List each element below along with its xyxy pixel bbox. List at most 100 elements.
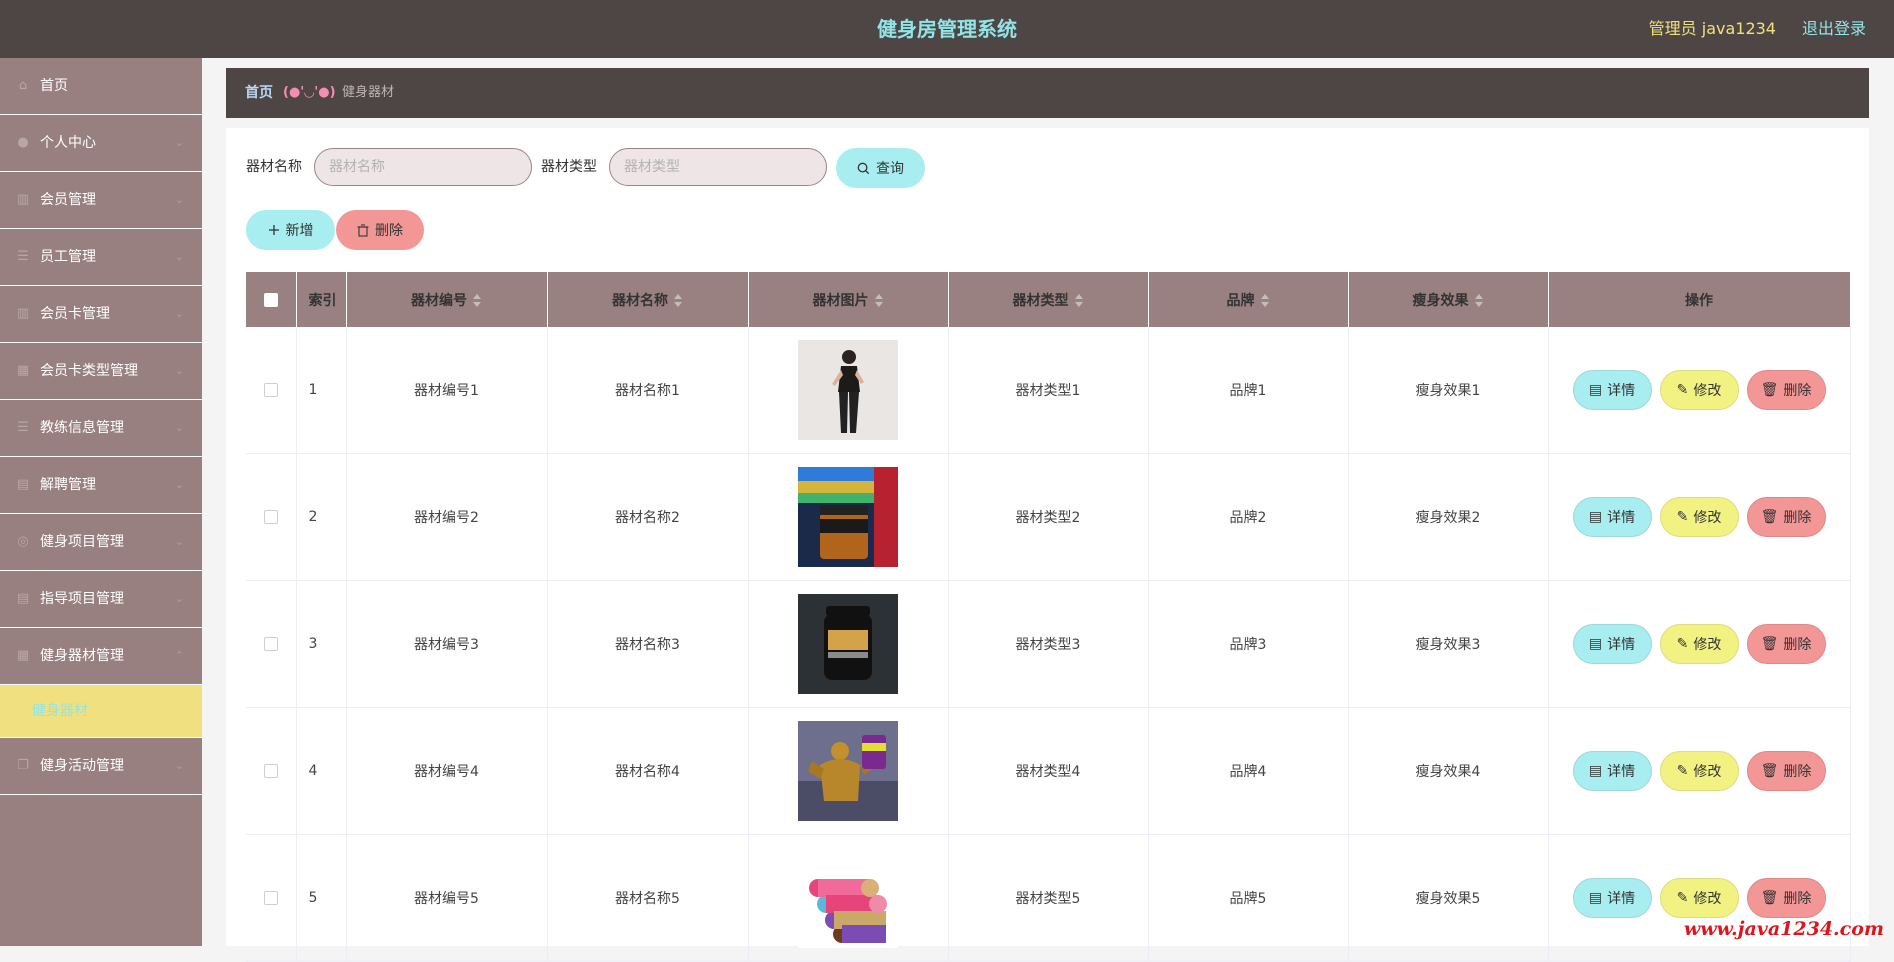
select-all-cell	[246, 272, 297, 327]
type-search-input[interactable]	[609, 148, 827, 186]
edit-button[interactable]: ✎ 修改	[1659, 370, 1739, 410]
plus-icon	[268, 225, 279, 235]
sidebar-item-activities[interactable]: ❐ 健身活动管理 ⌄	[0, 738, 202, 795]
detail-button[interactable]: ▤ 详情	[1572, 751, 1652, 791]
detail-button[interactable]: ▤ 详情	[1572, 370, 1652, 410]
document-icon: ▤	[1588, 763, 1603, 779]
delete-button[interactable]: 🗑︎ 删除	[1746, 497, 1826, 537]
sidebar-item-label: 个人中心	[40, 135, 96, 151]
equipment-image[interactable]	[798, 848, 898, 948]
sort-icon[interactable]	[1260, 293, 1270, 308]
home-icon: ⌂	[18, 78, 28, 93]
cell-image	[748, 580, 949, 708]
select-all-checkbox[interactable]	[263, 292, 278, 307]
column-header-type[interactable]: 器材类型	[948, 272, 1149, 327]
equipment-image[interactable]	[798, 340, 898, 440]
document-icon: ▤	[1588, 636, 1603, 652]
add-button[interactable]: 新增	[246, 210, 335, 250]
briefcase-icon: ▤	[16, 477, 30, 492]
sidebar-item-dismissal[interactable]: ▤ 解聘管理 ⌄	[0, 457, 202, 514]
sidebar-item-label: 教练信息管理	[40, 420, 124, 436]
chevron-down-icon: ⌄	[174, 759, 184, 772]
column-header-effect[interactable]: 瘦身效果	[1348, 272, 1549, 327]
edit-label: 修改	[1693, 764, 1722, 780]
equipment-image[interactable]	[798, 467, 898, 567]
cell-type: 器材类型3	[948, 580, 1149, 708]
column-header-brand[interactable]: 品牌	[1148, 272, 1349, 327]
top-header: 健身房管理系统 管理员 java1234 退出登录	[0, 0, 1894, 58]
copy-icon: ❐	[17, 758, 29, 773]
sidebar-item-fitness-projects[interactable]: ◎ 健身项目管理 ⌄	[0, 514, 202, 571]
row-checkbox[interactable]	[263, 764, 278, 778]
row-actions: ▤ 详情 ✎ 修改 🗑︎ 删除	[1549, 751, 1850, 791]
delete-button[interactable]: 🗑︎ 删除	[1746, 878, 1826, 918]
sort-icon[interactable]	[473, 293, 482, 308]
cell-name: 器材名称2	[547, 453, 749, 581]
column-header-label: 品牌	[1226, 292, 1255, 309]
edit-button[interactable]: ✎ 修改	[1659, 878, 1739, 918]
name-filter-label: 器材名称	[246, 159, 302, 175]
column-header-label: 器材名称	[612, 292, 668, 309]
sidebar-item-card-types[interactable]: ▦ 会员卡类型管理 ⌄	[0, 343, 202, 400]
detail-button[interactable]: ▤ 详情	[1572, 878, 1652, 918]
trash-icon: 🗑︎	[1760, 890, 1779, 906]
delete-button[interactable]: 🗑︎ 删除	[1746, 370, 1826, 410]
delete-button[interactable]: 🗑︎ 删除	[1746, 624, 1826, 664]
sidebar-subitem-equipment[interactable]: 健身器材	[0, 685, 202, 738]
sidebar-item-guidance-projects[interactable]: ▤ 指导项目管理 ⌄	[0, 571, 202, 628]
equipment-image[interactable]	[798, 721, 898, 821]
detail-button[interactable]: ▤ 详情	[1572, 497, 1652, 537]
trash-icon	[357, 223, 369, 237]
equipment-image[interactable]	[798, 594, 898, 694]
list-icon: ☰	[17, 420, 29, 435]
sidebar-item-home[interactable]: ⌂ 首页	[0, 58, 202, 115]
sort-icon[interactable]	[1474, 293, 1484, 308]
cell-image	[748, 834, 949, 962]
search-icon	[857, 162, 870, 174]
sidebar-item-equipment[interactable]: ▦ 健身器材管理 ⌃	[0, 628, 202, 685]
sidebar-item-label: 首页	[40, 78, 68, 94]
building-icon: ▦	[16, 363, 30, 378]
calendar-icon: ▦	[16, 648, 30, 663]
chevron-down-icon: ⌄	[174, 535, 184, 548]
sort-icon[interactable]	[674, 293, 683, 308]
add-button-label: 新增	[285, 223, 314, 239]
table-row: 3 器材编号3 器材名称3 器材类型3 品牌3 瘦身效果3 ▤ 详情 ✎ 修改 …	[246, 580, 1851, 708]
cell-type: 器材类型2	[948, 453, 1149, 581]
detail-button[interactable]: ▤ 详情	[1572, 624, 1652, 664]
row-checkbox[interactable]	[263, 891, 278, 905]
edit-button[interactable]: ✎ 修改	[1659, 497, 1739, 537]
document-icon: ▤	[1588, 890, 1603, 906]
breadcrumb-home[interactable]: 首页	[245, 68, 273, 118]
column-header-name[interactable]: 器材名称	[547, 272, 749, 327]
sidebar-item-coaches[interactable]: ☰ 教练信息管理 ⌄	[0, 400, 202, 457]
delete-label: 删除	[1783, 383, 1812, 399]
row-actions: ▤ 详情 ✎ 修改 🗑︎ 删除	[1549, 497, 1850, 537]
detail-label: 详情	[1607, 764, 1636, 780]
column-header-image[interactable]: 器材图片	[748, 272, 949, 327]
cell-index: 4	[296, 707, 347, 835]
sort-icon[interactable]	[874, 293, 884, 308]
row-checkbox[interactable]	[263, 383, 278, 397]
sidebar-item-profile[interactable]: ● 个人中心 ⌄	[0, 115, 202, 172]
cell-effect: 瘦身效果4	[1348, 707, 1549, 835]
sidebar-item-staff[interactable]: ☰ 员工管理 ⌄	[0, 229, 202, 286]
detail-label: 详情	[1607, 891, 1636, 907]
name-search-input[interactable]	[314, 148, 532, 186]
row-checkbox[interactable]	[263, 510, 278, 524]
edit-label: 修改	[1693, 637, 1722, 653]
column-header-code[interactable]: 器材编号	[346, 272, 548, 327]
cell-ops: ▤ 详情 ✎ 修改 🗑︎ 删除	[1548, 580, 1851, 708]
batch-delete-button[interactable]: 删除	[336, 210, 424, 250]
sidebar-item-member-cards[interactable]: ▥ 会员卡管理 ⌄	[0, 286, 202, 343]
cell-image	[748, 453, 949, 581]
sidebar-item-members[interactable]: ▥ 会员管理 ⌄	[0, 172, 202, 229]
query-button[interactable]: 查询	[836, 148, 925, 188]
sidebar-item-label: 健身活动管理	[40, 758, 124, 774]
sort-icon[interactable]	[1074, 293, 1084, 308]
edit-button[interactable]: ✎ 修改	[1659, 624, 1739, 664]
edit-button[interactable]: ✎ 修改	[1659, 751, 1739, 791]
logout-link[interactable]: 退出登录	[1802, 0, 1866, 58]
row-checkbox[interactable]	[263, 637, 278, 651]
delete-button[interactable]: 🗑︎ 删除	[1746, 751, 1826, 791]
